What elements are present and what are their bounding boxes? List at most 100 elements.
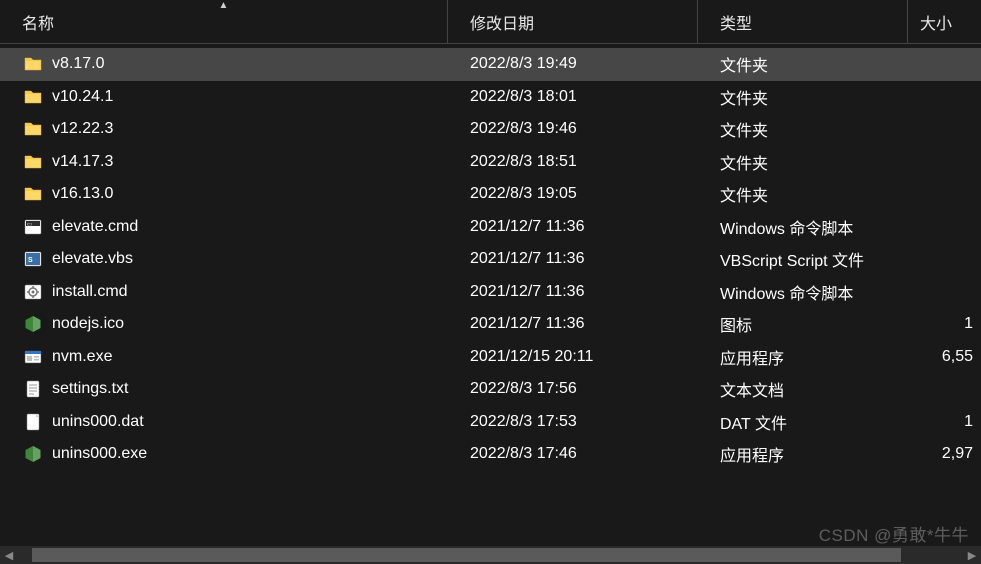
file-type-cell: Windows 命令脚本 xyxy=(698,211,908,244)
column-date-label: 修改日期 xyxy=(470,10,534,34)
file-row[interactable]: v8.17.0 2022/8/3 19:49文件夹 xyxy=(0,48,981,81)
file-size-cell: 2,97 xyxy=(908,438,981,471)
file-size-cell xyxy=(908,178,981,211)
file-size-cell xyxy=(908,146,981,179)
horizontal-scrollbar[interactable]: ◀ ▶ xyxy=(0,546,981,564)
file-name-label: v16.13.0 xyxy=(52,185,113,203)
file-row[interactable]: settings.txt 2022/8/3 17:56文本文档 xyxy=(0,373,981,406)
file-type-cell: 文本文档 xyxy=(698,373,908,406)
file-size-cell xyxy=(908,48,981,81)
file-name-label: elevate.vbs xyxy=(52,250,133,268)
file-type-cell: DAT 文件 xyxy=(698,406,908,439)
file-name-cell: nodejs.ico xyxy=(0,308,448,341)
file-name-cell: elevate.vbs xyxy=(0,243,448,276)
file-date-cell: 2021/12/7 11:36 xyxy=(448,211,698,244)
blank-file-icon xyxy=(24,413,42,431)
scroll-left-icon[interactable]: ◀ xyxy=(0,546,18,564)
file-name-cell: v16.13.0 xyxy=(0,178,448,211)
file-type-cell: 文件夹 xyxy=(698,146,908,179)
file-date-cell: 2022/8/3 17:46 xyxy=(448,438,698,471)
file-size-cell: 1 xyxy=(908,308,981,341)
file-size-cell xyxy=(908,243,981,276)
file-name-cell: v12.22.3 xyxy=(0,113,448,146)
column-size-label: 大小 xyxy=(920,10,952,34)
folder-icon xyxy=(24,55,42,73)
column-header-name[interactable]: ▲ 名称 xyxy=(0,0,448,43)
file-name-cell: unins000.dat xyxy=(0,406,448,439)
file-date-cell: 2021/12/15 20:11 xyxy=(448,341,698,374)
folder-icon xyxy=(24,88,42,106)
txt-icon xyxy=(24,380,42,398)
nodejs-icon xyxy=(24,445,42,463)
file-date-cell: 2022/8/3 19:49 xyxy=(448,48,698,81)
file-row[interactable]: unins000.exe 2022/8/3 17:46应用程序2,97 xyxy=(0,438,981,471)
file-name-label: v10.24.1 xyxy=(52,88,113,106)
file-row[interactable]: install.cmd2021/12/7 11:36Windows 命令脚本 xyxy=(0,276,981,309)
file-row[interactable]: nvm.exe 2021/12/15 20:11应用程序6,55 xyxy=(0,341,981,374)
scroll-thumb[interactable] xyxy=(32,548,901,562)
file-name-label: v8.17.0 xyxy=(52,55,104,73)
file-row[interactable]: v12.22.3 2022/8/3 19:46文件夹 xyxy=(0,113,981,146)
file-row[interactable]: elevate.vbs 2021/12/7 11:36VBScript Scrip… xyxy=(0,243,981,276)
file-name-cell: v14.17.3 xyxy=(0,146,448,179)
file-row[interactable]: nodejs.ico2021/12/7 11:36图标1 xyxy=(0,308,981,341)
file-name-label: v12.22.3 xyxy=(52,120,113,138)
file-name-cell: nvm.exe xyxy=(0,341,448,374)
file-type-cell: 文件夹 xyxy=(698,113,908,146)
file-name-label: nvm.exe xyxy=(52,348,112,366)
column-header-type[interactable]: 类型 xyxy=(698,0,908,43)
file-size-cell: 1 xyxy=(908,406,981,439)
file-name-cell: unins000.exe xyxy=(0,438,448,471)
file-date-cell: 2021/12/7 11:36 xyxy=(448,276,698,309)
folder-icon xyxy=(24,185,42,203)
file-type-cell: 文件夹 xyxy=(698,178,908,211)
nodejs-icon xyxy=(24,315,42,333)
file-type-cell: 应用程序 xyxy=(698,341,908,374)
file-date-cell: 2022/8/3 17:53 xyxy=(448,406,698,439)
scroll-right-icon[interactable]: ▶ xyxy=(963,546,981,564)
file-date-cell: 2022/8/3 19:46 xyxy=(448,113,698,146)
file-row[interactable]: v16.13.02022/8/3 19:05文件夹 xyxy=(0,178,981,211)
file-name-label: elevate.cmd xyxy=(52,218,138,236)
file-type-cell: 应用程序 xyxy=(698,438,908,471)
file-date-cell: 2022/8/3 18:51 xyxy=(448,146,698,179)
file-date-cell: 2022/8/3 18:01 xyxy=(448,81,698,114)
folder-icon xyxy=(24,153,42,171)
file-name-label: nodejs.ico xyxy=(52,315,124,333)
file-name-label: install.cmd xyxy=(52,283,128,301)
file-type-cell: 图标 xyxy=(698,308,908,341)
column-name-label: 名称 xyxy=(22,10,54,34)
file-row[interactable]: unins000.dat 2022/8/3 17:53DAT 文件1 xyxy=(0,406,981,439)
watermark: CSDN @勇敢*牛牛 xyxy=(819,521,969,546)
file-date-cell: 2021/12/7 11:36 xyxy=(448,243,698,276)
file-name-cell: elevate.cmd xyxy=(0,211,448,244)
file-date-cell: 2022/8/3 17:56 xyxy=(448,373,698,406)
gear-icon xyxy=(24,283,42,301)
file-size-cell xyxy=(908,81,981,114)
column-header-date[interactable]: 修改日期 xyxy=(448,0,698,43)
file-name-label: unins000.exe xyxy=(52,445,147,463)
file-type-cell: VBScript Script 文件 xyxy=(698,243,908,276)
file-name-cell: install.cmd xyxy=(0,276,448,309)
exe-icon xyxy=(24,348,42,366)
scroll-track[interactable] xyxy=(18,546,963,564)
file-name-cell: v8.17.0 xyxy=(0,48,448,81)
file-size-cell xyxy=(908,373,981,406)
file-row[interactable]: v14.17.3 2022/8/3 18:51文件夹 xyxy=(0,146,981,179)
file-name-label: settings.txt xyxy=(52,380,128,398)
file-name-label: v14.17.3 xyxy=(52,153,113,171)
file-size-cell: 6,55 xyxy=(908,341,981,374)
file-row[interactable]: v10.24.12022/8/3 18:01文件夹 xyxy=(0,81,981,114)
file-type-cell: 文件夹 xyxy=(698,48,908,81)
cmd-icon xyxy=(24,218,42,236)
sort-ascending-icon: ▲ xyxy=(219,1,229,11)
file-row[interactable]: elevate.cmd 2021/12/7 11:36Windows 命令脚本 xyxy=(0,211,981,244)
file-size-cell xyxy=(908,276,981,309)
column-type-label: 类型 xyxy=(720,10,752,34)
file-size-cell xyxy=(908,211,981,244)
file-name-cell: settings.txt xyxy=(0,373,448,406)
file-name-label: unins000.dat xyxy=(52,413,144,431)
vbs-icon xyxy=(24,250,42,268)
column-header-row: ▲ 名称 修改日期 类型 大小 xyxy=(0,0,981,44)
column-header-size[interactable]: 大小 xyxy=(908,0,981,43)
